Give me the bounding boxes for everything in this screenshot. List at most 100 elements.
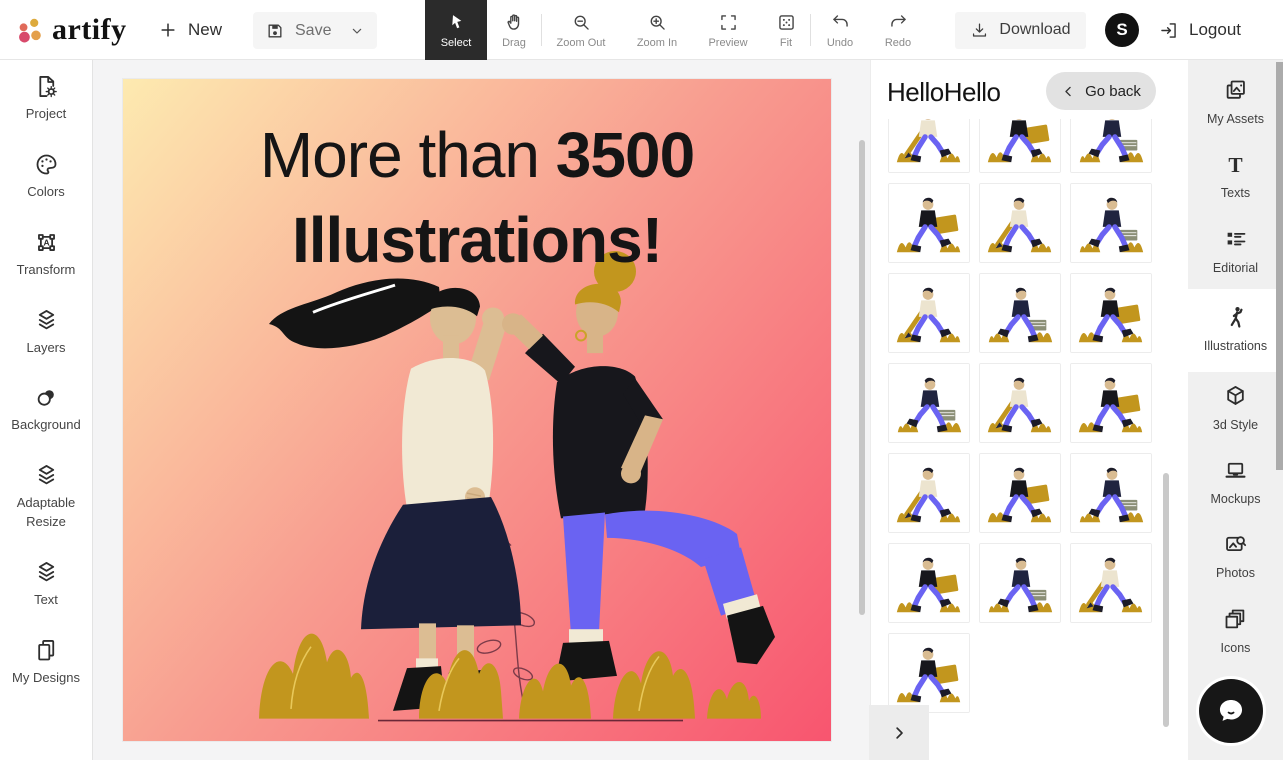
panel-scrollbar[interactable] [1163,473,1169,727]
logo-wordmark: artify [52,13,127,46]
illustration-thumbnail[interactable] [979,273,1061,353]
panel-tab-my-assets[interactable]: My Assets [1188,66,1283,140]
panel-tab-editorial[interactable]: Editorial [1188,215,1283,289]
chat-bubble-button[interactable] [1199,679,1263,743]
adaptable-resize-icon [33,462,60,489]
sidebar-item-background[interactable]: Background [3,384,89,435]
layers-icon [33,307,60,334]
illustration-thumbnail[interactable] [979,183,1061,263]
sidebar-item-adaptable-resize[interactable]: Adaptable Resize [3,462,89,532]
illustration-thumbnail[interactable] [1070,453,1152,533]
download-icon [970,21,989,40]
sidebar-item-layers[interactable]: Layers [3,307,89,358]
svg-text:T: T [1228,153,1242,177]
window-scrollbar[interactable] [1276,62,1283,470]
panel-tab-illustrations[interactable]: Illustrations [1188,289,1283,372]
tool-undo[interactable]: Undo [811,0,869,60]
tool-zoom-in[interactable]: Zoom In [620,0,694,60]
redo-icon [888,12,909,33]
illustration-thumbnail[interactable] [888,363,970,443]
illustration-thumbnail[interactable] [979,543,1061,623]
thumbnail-grid [888,119,1152,713]
illustration-thumbnail[interactable] [888,183,970,263]
download-button[interactable]: Download [955,11,1086,49]
illustrations-panel: HelloHello Go back [869,60,1188,760]
tool-redo[interactable]: Redo [869,0,927,60]
panel-tab-mockups[interactable]: Mockups [1188,446,1283,520]
text-icon [33,559,60,586]
app-logo[interactable]: artify [12,0,127,60]
workspace-scrollbar[interactable] [859,140,865,615]
logout-button[interactable]: Logout [1158,20,1241,41]
panel-tab-texts[interactable]: T Texts [1188,140,1283,214]
figure-right [502,251,775,682]
workspace: More than 3500 Illustrations! [93,60,870,760]
new-button[interactable]: New [158,0,222,60]
bushes [259,633,761,719]
tool-zoom-out[interactable]: Zoom Out [542,0,620,60]
hand-icon [504,12,525,33]
sidebar-item-transform[interactable]: A Transform [3,229,89,280]
illustration-thumbnail[interactable] [1070,119,1152,173]
illustration-thumbnail[interactable] [888,633,970,713]
avatar[interactable]: S [1105,13,1139,47]
my-assets-icon [1222,77,1249,104]
tool-fit[interactable]: Fit [762,0,810,60]
illustration-thumbnail[interactable] [979,363,1061,443]
design-canvas[interactable]: More than 3500 Illustrations! [123,79,831,741]
topbar: artify New Save Select Drag Zoom Out Zoom I… [0,0,1283,60]
project-icon [33,73,60,100]
tool-select[interactable]: Select [425,0,487,60]
3d-style-icon [1222,383,1249,410]
zoom-out-icon [571,12,592,33]
my-designs-icon [33,637,60,664]
tool-group: Select Drag Zoom Out Zoom In Preview Fit Undo R… [425,0,927,60]
plus-icon [158,20,178,40]
sidebar-item-colors[interactable]: Colors [3,151,89,202]
go-back-button[interactable]: Go back [1046,72,1156,110]
chevron-right-icon [890,724,908,742]
svg-text:A: A [43,237,49,247]
illustration-thumbnail[interactable] [1070,273,1152,353]
illustration-thumbnail[interactable] [888,543,970,623]
illustration-thumbnail[interactable] [888,273,970,353]
chat-icon [1219,699,1243,721]
topbar-right: Download S Logout [955,0,1241,60]
logout-icon [1158,20,1179,41]
cursor-icon [446,12,467,33]
left-sidebar: Project Colors A Transform Layers Background A… [0,60,93,760]
chevron-left-icon [1061,84,1076,99]
logo-dots-icon [19,18,41,43]
colors-icon [33,151,60,178]
preview-icon [718,12,739,33]
illustrations-icon [1222,304,1249,331]
sidebar-item-project[interactable]: Project [3,73,89,124]
panel-tab-3d-style[interactable]: 3d Style [1188,372,1283,446]
tool-preview[interactable]: Preview [694,0,762,60]
panel-title: HelloHello [887,77,1001,107]
illustration-thumbnail[interactable] [1070,363,1152,443]
mockups-icon [1222,457,1249,484]
illustration-thumbnail[interactable] [979,119,1061,173]
chevron-down-icon [349,23,365,39]
background-icon [33,384,60,411]
illustration-thumbnail[interactable] [888,119,970,173]
tool-drag[interactable]: Drag [487,0,541,60]
illustration-thumbnail[interactable] [888,453,970,533]
fit-icon [776,12,797,33]
sidebar-item-my-designs[interactable]: My Designs [3,637,89,688]
panel-tab-icons[interactable]: Icons [1188,595,1283,669]
editorial-icon [1222,226,1249,253]
save-button[interactable]: Save [253,12,377,49]
right-sidebar: My Assets T Texts Editorial Illustrations 3d … [1188,60,1283,760]
illustration-thumbnail[interactable] [1070,543,1152,623]
sidebar-item-text[interactable]: Text [3,559,89,610]
undo-icon [830,12,851,33]
illustration-thumbnail[interactable] [979,453,1061,533]
panel-expand-button[interactable] [869,705,929,760]
panel-tab-photos[interactable]: Photos [1188,520,1283,594]
texts-icon: T [1222,151,1249,178]
thumbnail-grid-clip [888,119,1161,760]
photos-icon [1222,531,1249,558]
illustration-thumbnail[interactable] [1070,183,1152,263]
